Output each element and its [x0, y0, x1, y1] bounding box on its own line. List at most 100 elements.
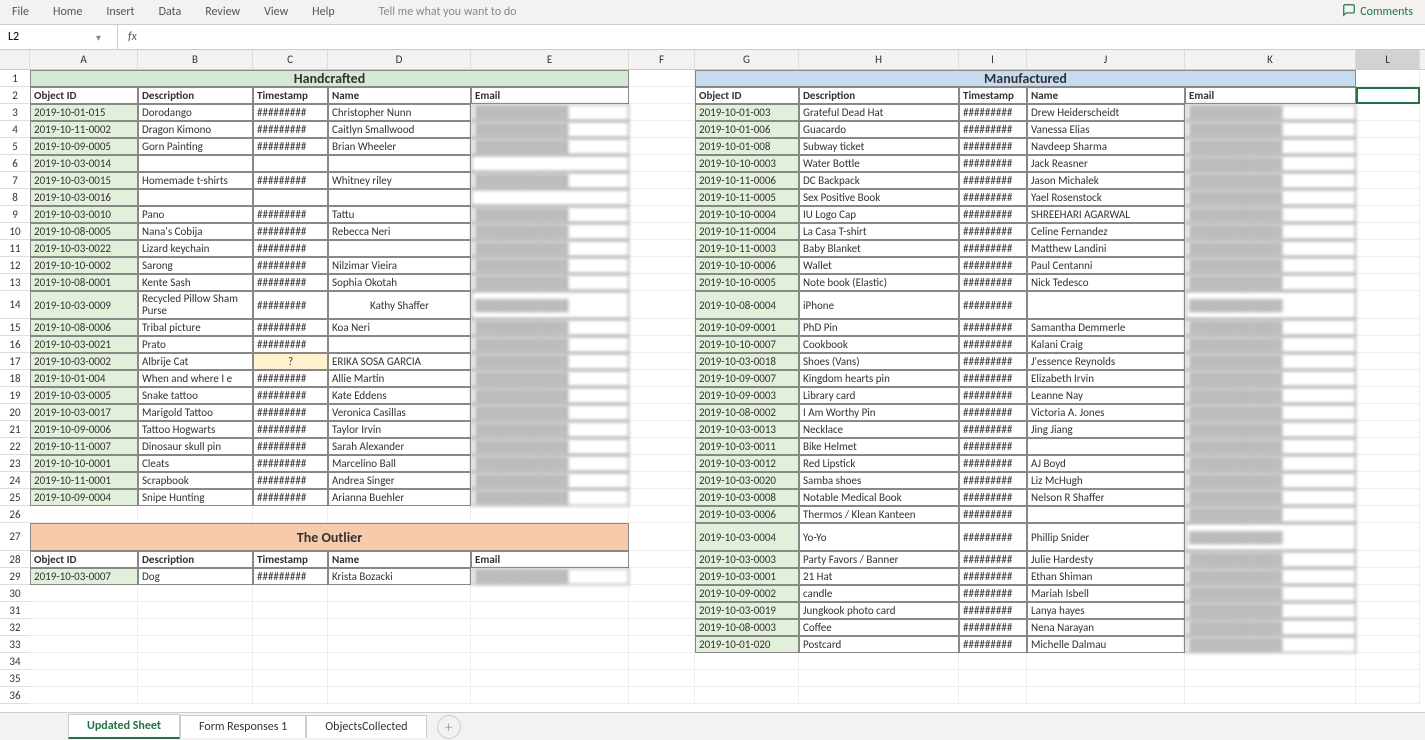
cell[interactable] [471, 602, 629, 619]
cell[interactable] [328, 619, 471, 636]
cell[interactable] [629, 619, 695, 636]
cell[interactable] [1356, 523, 1420, 551]
cell[interactable]: Vanessa Elias [1027, 121, 1185, 138]
cell[interactable]: Pano [138, 206, 253, 223]
cell[interactable]: ######### [253, 568, 328, 585]
cell[interactable] [1356, 636, 1420, 653]
cell[interactable]: 2019-10-10-0001 [30, 455, 138, 472]
col-header-corner[interactable] [0, 50, 30, 69]
cell[interactable]: ######### [253, 387, 328, 404]
cell[interactable] [629, 189, 695, 206]
cell[interactable] [1356, 404, 1420, 421]
cell[interactable]: ######### [959, 257, 1027, 274]
cell[interactable]: 2019-10-09-0002 [695, 585, 799, 602]
cell[interactable]: Subway ticket [799, 138, 959, 155]
cell[interactable]: Cleats [138, 455, 253, 472]
cell[interactable]: Sarong [138, 257, 253, 274]
cell[interactable]: Leanne Nay [1027, 387, 1185, 404]
cell[interactable] [1356, 455, 1420, 472]
cell[interactable] [138, 506, 253, 523]
cell[interactable]: ######### [253, 421, 328, 438]
cell[interactable]: ######### [959, 438, 1027, 455]
grid-rows[interactable]: HandcraftedManufacturedObject IDDescript… [30, 70, 1425, 704]
cell[interactable] [629, 336, 695, 353]
row-header[interactable]: 33 [0, 636, 30, 653]
ribbon-tab-help[interactable]: Help [312, 5, 335, 19]
cell[interactable] [1356, 223, 1420, 240]
cell[interactable] [1356, 387, 1420, 404]
cell[interactable] [471, 189, 629, 206]
row-header[interactable]: 30 [0, 585, 30, 602]
cell[interactable] [1356, 274, 1420, 291]
cell[interactable]: ######### [253, 206, 328, 223]
cell[interactable]: Samba shoes [799, 472, 959, 489]
cell[interactable] [1356, 206, 1420, 223]
cell[interactable]: ######### [253, 121, 328, 138]
cell[interactable]: iPhone [799, 291, 959, 319]
cell[interactable] [629, 319, 695, 336]
cell[interactable]: ████████████ [471, 568, 629, 585]
cell[interactable]: Kathy Shaffer [328, 291, 471, 319]
cell[interactable] [328, 585, 471, 602]
cell[interactable]: ████████████ [1185, 387, 1356, 404]
cell[interactable]: Samantha Demmerle [1027, 319, 1185, 336]
cell[interactable]: Name [1027, 87, 1185, 104]
cell[interactable] [629, 155, 695, 172]
cell[interactable]: ######### [253, 104, 328, 121]
cell[interactable]: Recycled Pillow Sham Purse [138, 291, 253, 319]
cell[interactable]: Library card [799, 387, 959, 404]
cell[interactable]: ######### [959, 636, 1027, 653]
cell[interactable]: 2019-10-01-015 [30, 104, 138, 121]
cell[interactable]: ████████████ [471, 353, 629, 370]
cell[interactable]: Dog [138, 568, 253, 585]
cell[interactable] [30, 636, 138, 653]
cell[interactable]: ######### [959, 455, 1027, 472]
cell[interactable]: Guacardo [799, 121, 959, 138]
col-header-J[interactable]: J [1027, 50, 1185, 69]
cell[interactable]: 2019-10-10-0003 [695, 155, 799, 172]
ribbon-tab-data[interactable]: Data [159, 5, 182, 19]
cell[interactable] [629, 455, 695, 472]
cell[interactable] [30, 506, 138, 523]
cell[interactable]: 2019-10-08-0003 [695, 619, 799, 636]
cell[interactable]: 2019-10-03-0015 [30, 172, 138, 189]
cell[interactable]: 2019-10-11-0001 [30, 472, 138, 489]
ribbon-tab-home[interactable]: Home [53, 5, 82, 19]
cell[interactable] [629, 206, 695, 223]
cell[interactable]: Timestamp [253, 551, 328, 568]
cell[interactable]: Kente Sash [138, 274, 253, 291]
cell[interactable]: J'essence Reynolds [1027, 353, 1185, 370]
cell[interactable] [1027, 291, 1185, 319]
row-header[interactable]: 34 [0, 653, 30, 670]
chevron-down-icon[interactable]: ▾ [96, 31, 101, 44]
cell[interactable] [471, 619, 629, 636]
cell[interactable]: Victoria A. Jones [1027, 404, 1185, 421]
cell[interactable]: 2019-10-11-0003 [695, 240, 799, 257]
cell[interactable] [1356, 240, 1420, 257]
cell[interactable] [1356, 353, 1420, 370]
cell[interactable] [629, 653, 695, 670]
cell[interactable]: Gorn Painting [138, 138, 253, 155]
cell[interactable]: Tribal picture [138, 319, 253, 336]
cell[interactable] [629, 568, 695, 585]
cell[interactable]: Email [1185, 87, 1356, 104]
cell[interactable]: ████████████ [471, 223, 629, 240]
cell[interactable]: Nilzimar Vieira [328, 257, 471, 274]
cell[interactable] [1356, 585, 1420, 602]
cell[interactable] [253, 155, 328, 172]
ribbon-search[interactable]: Tell me what you want to do [379, 5, 517, 19]
cell[interactable]: 2019-10-03-0008 [695, 489, 799, 506]
cell[interactable]: ######### [253, 489, 328, 506]
cell[interactable]: SHREEHARI AGARWAL [1027, 206, 1185, 223]
cell[interactable]: ######### [959, 189, 1027, 206]
cell[interactable]: ████████████ [1185, 138, 1356, 155]
cell[interactable]: 2019-10-11-0007 [30, 438, 138, 455]
cell[interactable] [1027, 653, 1185, 670]
cell[interactable]: Brian Wheeler [328, 138, 471, 155]
cell[interactable]: 2019-10-03-0018 [695, 353, 799, 370]
cell[interactable]: ######### [959, 206, 1027, 223]
cell[interactable] [471, 687, 629, 704]
cell[interactable] [1356, 670, 1420, 687]
cell[interactable] [629, 602, 695, 619]
cell[interactable] [328, 636, 471, 653]
